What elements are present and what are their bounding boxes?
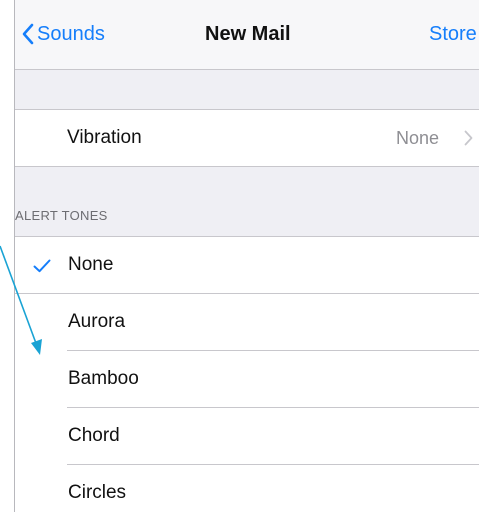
navigation-bar: Sounds New Mail Store	[15, 0, 479, 70]
settings-screen: Sounds New Mail Store Vibration None ALE…	[14, 0, 479, 512]
page-title: New Mail	[205, 23, 291, 45]
vibration-row[interactable]: Vibration None	[15, 109, 479, 167]
tone-row-aurora[interactable]: Aurora	[15, 294, 479, 351]
tone-row-none[interactable]: None	[15, 237, 479, 294]
tone-row-circles[interactable]: Circles	[15, 465, 479, 512]
tone-label: Circles	[68, 482, 127, 503]
tone-label: Bamboo	[68, 368, 139, 389]
chevron-right-icon	[464, 130, 473, 146]
back-button-label: Sounds	[37, 22, 105, 45]
tone-label: None	[68, 254, 114, 275]
chevron-left-icon	[22, 23, 34, 45]
tone-row-chord[interactable]: Chord	[15, 408, 479, 465]
store-button[interactable]: Store	[429, 23, 477, 46]
back-button[interactable]: Sounds	[21, 19, 105, 49]
alert-tones-header: ALERT TONES	[15, 208, 108, 223]
tone-label: Chord	[68, 425, 120, 446]
vibration-label: Vibration	[67, 127, 142, 148]
vibration-value: None	[396, 128, 440, 148]
tone-row-bamboo[interactable]: Bamboo	[15, 351, 479, 408]
tone-label: Aurora	[68, 311, 126, 332]
alert-tones-list: None Aurora Bamboo Chord Circles	[15, 236, 479, 512]
checkmark-icon	[33, 259, 51, 273]
